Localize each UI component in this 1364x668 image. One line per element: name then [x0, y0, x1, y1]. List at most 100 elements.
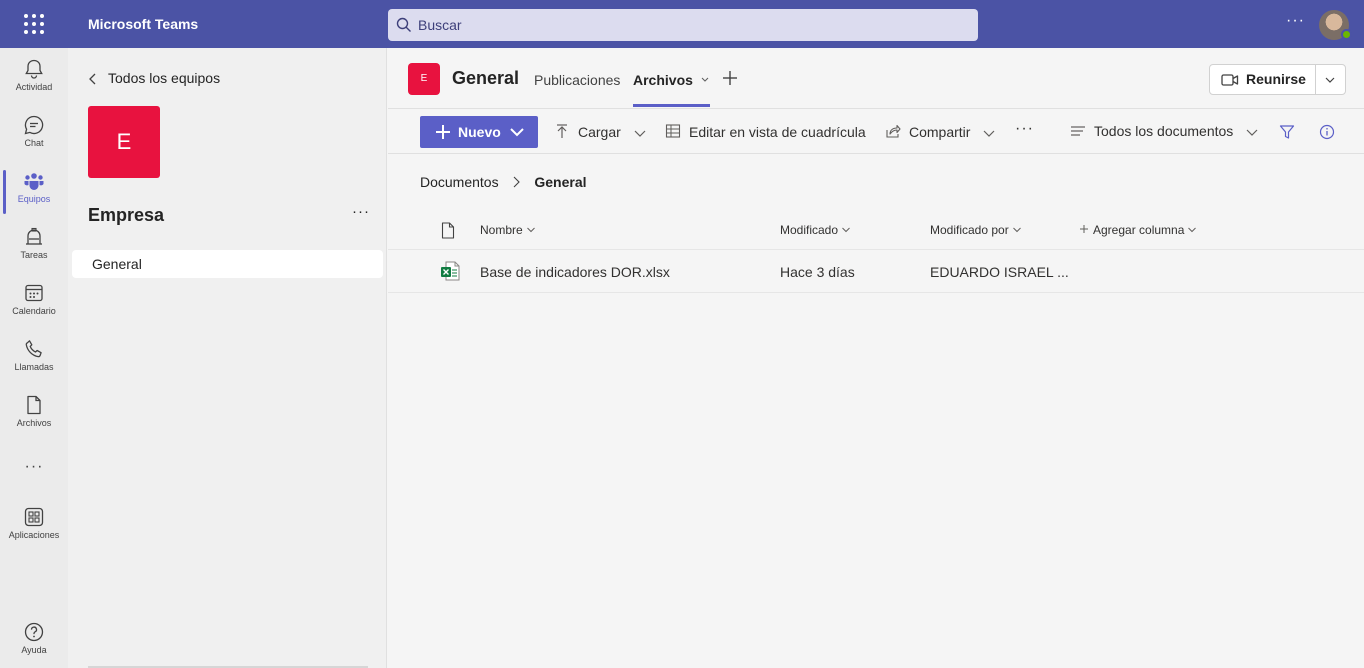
plus-icon [1080, 225, 1088, 233]
chevron-down-icon [842, 227, 850, 233]
chevron-down-icon [983, 130, 995, 137]
filter-icon[interactable] [1279, 124, 1295, 140]
search-placeholder: Buscar [418, 17, 462, 33]
view-label: Todos los documentos [1094, 123, 1234, 139]
chevron-right-icon [514, 176, 521, 188]
files-toolbar: Nuevo Cargar Editar en vista de cuadrícu… [388, 110, 1364, 154]
column-modified-by-label: Modificado por [930, 223, 1009, 237]
tab-posts[interactable]: Publicaciones [534, 72, 620, 88]
grid-icon [665, 124, 681, 138]
column-modified-label: Modificado [780, 223, 839, 237]
team-panel: Todos los equipos E Empresa ··· General [68, 48, 387, 668]
team-name: Empresa [88, 205, 165, 225]
breadcrumb-root[interactable]: Documentos [420, 174, 499, 190]
chevron-down-icon [1246, 129, 1258, 136]
share-icon [886, 124, 901, 138]
rail-item-files[interactable]: Archivos [0, 394, 68, 446]
channel-header: E General Publicaciones Archivos Reunirs… [388, 48, 1364, 109]
view-selector[interactable]: Todos los documentos [1070, 123, 1259, 139]
new-label: Nuevo [458, 124, 501, 140]
all-teams-label: Todos los equipos [108, 70, 221, 86]
rail-item-tasks[interactable]: Tareas [0, 226, 68, 278]
breadcrumb-current: General [534, 174, 587, 190]
breadcrumb: Documentos General [420, 174, 587, 190]
all-teams-link[interactable]: Todos los equipos [88, 70, 220, 86]
title-bar: Microsoft Teams Buscar ··· [0, 0, 1364, 48]
file-type-icon[interactable] [441, 222, 455, 239]
table-header: Nombre Modificado Modificado por Agregar… [388, 210, 1364, 250]
rail-item-help[interactable]: Ayuda [0, 621, 68, 668]
app-title: Microsoft Teams [88, 16, 199, 32]
chevron-down-icon[interactable] [1324, 75, 1336, 85]
channel-title: General [452, 68, 520, 88]
table-row[interactable]: Base de indicadores DOR.xlsx Hace 3 días… [388, 250, 1364, 293]
upload-icon [557, 124, 567, 138]
presence-available-icon [1341, 29, 1352, 40]
teams-icon [24, 173, 44, 190]
video-camera-icon [1221, 74, 1239, 86]
info-icon[interactable] [1319, 124, 1335, 140]
tasks-icon [26, 227, 42, 245]
file-name[interactable]: Base de indicadores DOR.xlsx [480, 264, 670, 280]
more-options-icon[interactable]: ··· [1286, 12, 1305, 30]
upload-label: Cargar [578, 124, 621, 140]
app-rail: Actividad Chat Equipos Tareas Calendario… [0, 48, 68, 668]
column-header-modified[interactable]: Modificado [780, 223, 851, 237]
rail-more-icon[interactable]: ··· [0, 458, 68, 482]
chevron-down-icon [526, 227, 535, 233]
rail-item-calls[interactable]: Llamadas [0, 338, 68, 390]
new-button[interactable]: Nuevo [420, 116, 538, 148]
rail-label: Archivos [16, 418, 52, 428]
channel-avatar: E [408, 63, 440, 95]
meet-label: Reunirse [1246, 71, 1306, 87]
rail-label: Calendario [12, 306, 56, 316]
channel-item-general[interactable]: General [72, 250, 383, 278]
rail-label: Aplicaciones [8, 530, 60, 540]
search-icon [396, 17, 411, 32]
file-icon [27, 395, 41, 415]
team-avatar: E [88, 106, 160, 178]
chat-icon [24, 115, 44, 135]
apps-icon [24, 507, 44, 527]
add-column-button[interactable]: Agregar columna [1079, 223, 1197, 237]
tab-files[interactable]: Archivos [633, 72, 710, 107]
rail-item-apps[interactable]: Aplicaciones [0, 506, 68, 558]
add-column-label: Agregar columna [1093, 223, 1185, 237]
rail-label: Chat [24, 138, 44, 148]
rail-item-chat[interactable]: Chat [0, 114, 68, 166]
toolbar-more-icon[interactable]: ··· [1015, 120, 1034, 138]
app-launcher-icon[interactable] [24, 14, 44, 34]
rail-label: Actividad [15, 82, 53, 92]
phone-icon [25, 340, 42, 358]
tab-files-label: Archivos [633, 72, 693, 88]
file-modified-by: EDUARDO ISRAEL ... [930, 264, 1069, 280]
grid-view-label: Editar en vista de cuadrícula [689, 124, 866, 140]
rail-item-teams[interactable]: Equipos [0, 170, 68, 222]
list-view-icon [1071, 126, 1085, 136]
rail-item-activity[interactable]: Actividad [0, 58, 68, 110]
meet-now-button[interactable]: Reunirse [1210, 65, 1316, 94]
plus-icon [436, 125, 450, 139]
chevron-down-icon [510, 128, 524, 137]
rail-label: Llamadas [14, 362, 54, 372]
file-modified: Hace 3 días [780, 264, 855, 280]
grid-view-button[interactable]: Editar en vista de cuadrícula [665, 123, 866, 140]
column-header-modified-by[interactable]: Modificado por [930, 223, 1022, 237]
rail-label: Equipos [17, 194, 51, 204]
search-input[interactable]: Buscar [388, 9, 978, 41]
excel-file-icon [441, 261, 460, 281]
chevron-down-icon [634, 130, 646, 137]
column-header-name[interactable]: Nombre [480, 223, 536, 237]
bell-icon [25, 59, 43, 79]
calendar-icon [25, 284, 43, 302]
rail-item-calendar[interactable]: Calendario [0, 282, 68, 334]
chevron-down-icon [701, 77, 709, 82]
chevron-down-icon [1012, 227, 1021, 233]
share-button[interactable]: Compartir [885, 123, 996, 140]
meet-button[interactable]: Reunirse [1209, 64, 1346, 95]
upload-button[interactable]: Cargar [554, 123, 647, 140]
help-icon [24, 622, 44, 642]
column-name-label: Nombre [480, 223, 523, 237]
team-more-options-icon[interactable]: ··· [352, 203, 370, 220]
add-tab-icon[interactable] [720, 68, 740, 88]
